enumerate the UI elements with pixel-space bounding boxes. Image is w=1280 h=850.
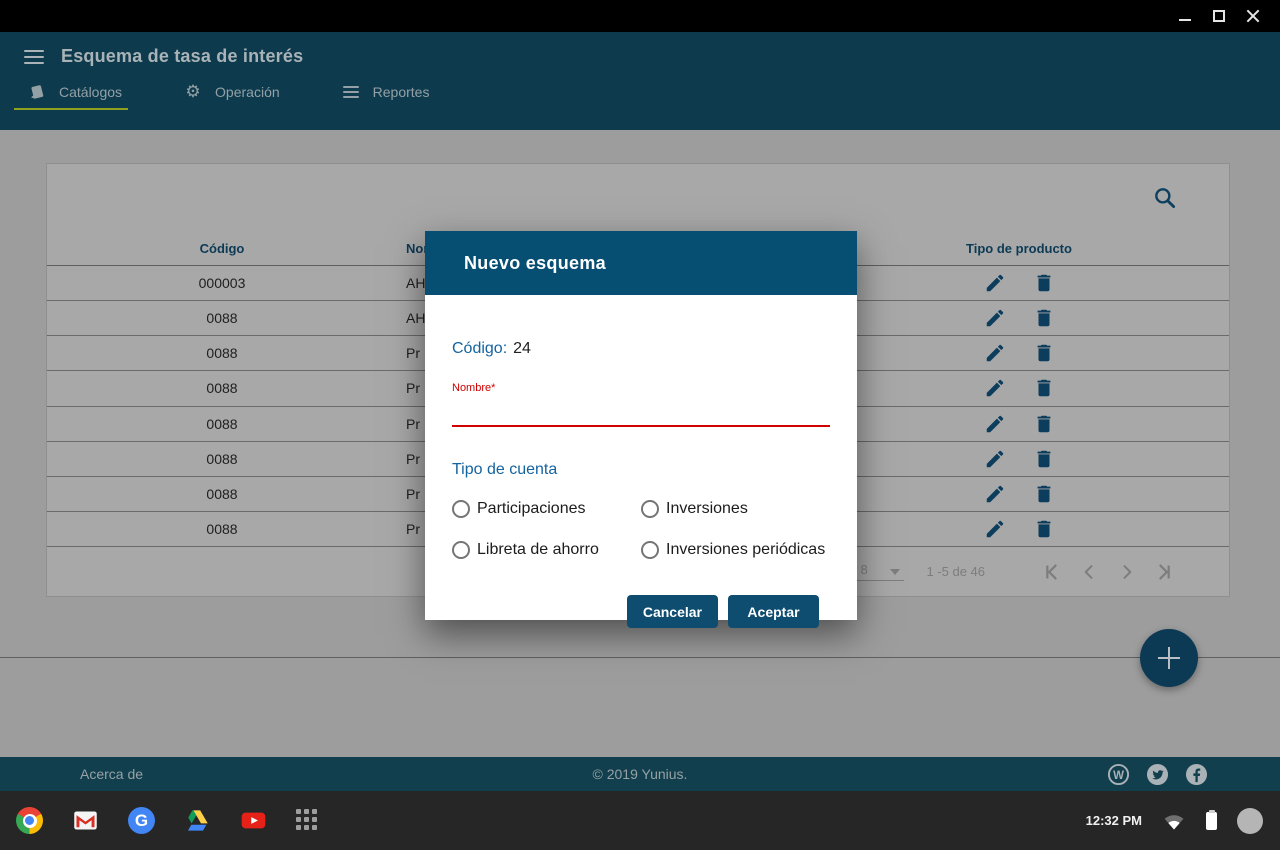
gear-icon: ⚙ [184,83,202,101]
edit-pencil-icon[interactable] [984,483,1006,505]
window-titlebar [0,0,1280,32]
close-icon [1246,9,1260,23]
drive-icon[interactable] [184,807,211,834]
wifi-icon[interactable] [1162,809,1186,833]
radio-unchecked-icon [452,500,470,518]
chrome-icon[interactable] [16,807,43,834]
tab-label: Catálogos [59,84,122,100]
column-header-tipo-de-producto: Tipo de producto [869,241,1169,256]
account-type-radio[interactable]: Libreta de ahorro [452,541,641,559]
account-type-radio[interactable]: Participaciones [452,500,641,518]
delete-trash-icon[interactable] [1033,377,1055,399]
dialog-title: Nuevo esquema [464,253,606,274]
cell-codigo: 0088 [47,486,397,502]
tipo-de-cuenta-label: Tipo de cuenta [452,461,830,479]
account-type-options: Participaciones Inversiones Libreta de a… [452,500,830,559]
nombre-input[interactable] [452,419,830,427]
delete-trash-icon[interactable] [1033,342,1055,364]
app-header: Esquema de tasa de interés Catálogos ⚙ O… [0,32,1280,130]
first-page-button[interactable] [1039,560,1063,584]
next-page-button[interactable] [1115,560,1139,584]
battery-icon[interactable] [1206,812,1217,830]
maximize-icon [1213,10,1225,22]
facebook-icon[interactable] [1185,763,1208,786]
app-footer: Acerca de © 2019 Yunius. W [0,757,1280,791]
apps-grid-icon[interactable] [296,807,323,834]
delete-trash-icon[interactable] [1033,518,1055,540]
minimize-icon [1179,19,1191,21]
os-shelf: G 12:32 PM [0,791,1280,850]
hamburger-menu-icon[interactable] [24,50,44,64]
delete-trash-icon[interactable] [1033,413,1055,435]
add-scheme-fab[interactable] [1140,629,1198,687]
accept-button[interactable]: Aceptar [728,595,819,628]
radio-label: Inversiones periódicas [666,541,825,559]
per-page-value: 8 [860,562,867,577]
cell-codigo: 0088 [47,451,397,467]
radio-label: Libreta de ahorro [477,541,599,559]
radio-unchecked-icon [641,541,659,559]
cell-codigo: 0088 [47,310,397,326]
gmail-icon[interactable] [72,807,99,834]
tab-operacion[interactable]: ⚙ Operación [184,83,280,110]
tab-label: Operación [215,84,280,100]
previous-page-button[interactable] [1077,560,1101,584]
edit-pencil-icon[interactable] [984,413,1006,435]
cell-codigo: 0088 [47,416,397,432]
youtube-icon[interactable] [240,807,267,834]
tab-label: Reportes [373,84,430,100]
cell-codigo: 000003 [47,275,397,291]
cancel-button[interactable]: Cancelar [627,595,718,628]
delete-trash-icon[interactable] [1033,483,1055,505]
svg-text:W: W [1113,769,1124,781]
minimize-button[interactable] [1168,0,1202,32]
per-page-select[interactable]: 8 [852,562,904,581]
account-avatar[interactable] [1237,808,1263,834]
cell-codigo: 0088 [47,345,397,361]
radio-unchecked-icon [641,500,659,518]
page-title: Esquema de tasa de interés [61,46,303,67]
column-header-codigo: Código [47,241,397,256]
radio-label: Participaciones [477,500,586,518]
radio-unchecked-icon [452,541,470,559]
catalog-icon [28,83,46,101]
cell-codigo: 0088 [47,521,397,537]
wordpress-icon[interactable]: W [1107,763,1130,786]
delete-trash-icon[interactable] [1033,307,1055,329]
search-icon[interactable] [1152,185,1178,211]
codigo-value: 24 [513,340,531,357]
account-type-radio[interactable]: Inversiones periódicas [641,541,830,559]
close-button[interactable] [1236,0,1270,32]
radio-label: Inversiones [666,500,748,518]
tab-catalogos[interactable]: Catálogos [28,83,122,110]
edit-pencil-icon[interactable] [984,272,1006,294]
account-type-radio[interactable]: Inversiones [641,500,830,518]
twitter-icon[interactable] [1146,763,1169,786]
content-divider [0,657,1280,658]
nombre-field-label: Nombre* [452,382,830,394]
report-lines-icon [342,83,360,101]
copyright-text: © 2019 Yunius. [0,766,1280,782]
system-clock[interactable]: 12:32 PM [1086,813,1142,828]
tab-reportes[interactable]: Reportes [342,83,430,110]
maximize-button[interactable] [1202,0,1236,32]
edit-pencil-icon[interactable] [984,342,1006,364]
edit-pencil-icon[interactable] [984,377,1006,399]
edit-pencil-icon[interactable] [984,307,1006,329]
chevron-down-icon [890,569,900,575]
main-nav: Catálogos ⚙ Operación Reportes [28,83,1280,110]
edit-pencil-icon[interactable] [984,448,1006,470]
last-page-button[interactable] [1153,560,1177,584]
google-icon[interactable]: G [128,807,155,834]
cell-codigo: 0088 [47,380,397,396]
delete-trash-icon[interactable] [1033,448,1055,470]
nuevo-esquema-dialog: Nuevo esquema Código: 24 Nombre* Tipo de … [425,231,857,620]
delete-trash-icon[interactable] [1033,272,1055,294]
edit-pencil-icon[interactable] [984,518,1006,540]
pagination-range: 1 -5 de 46 [926,564,985,579]
codigo-label: Código: [452,340,507,357]
